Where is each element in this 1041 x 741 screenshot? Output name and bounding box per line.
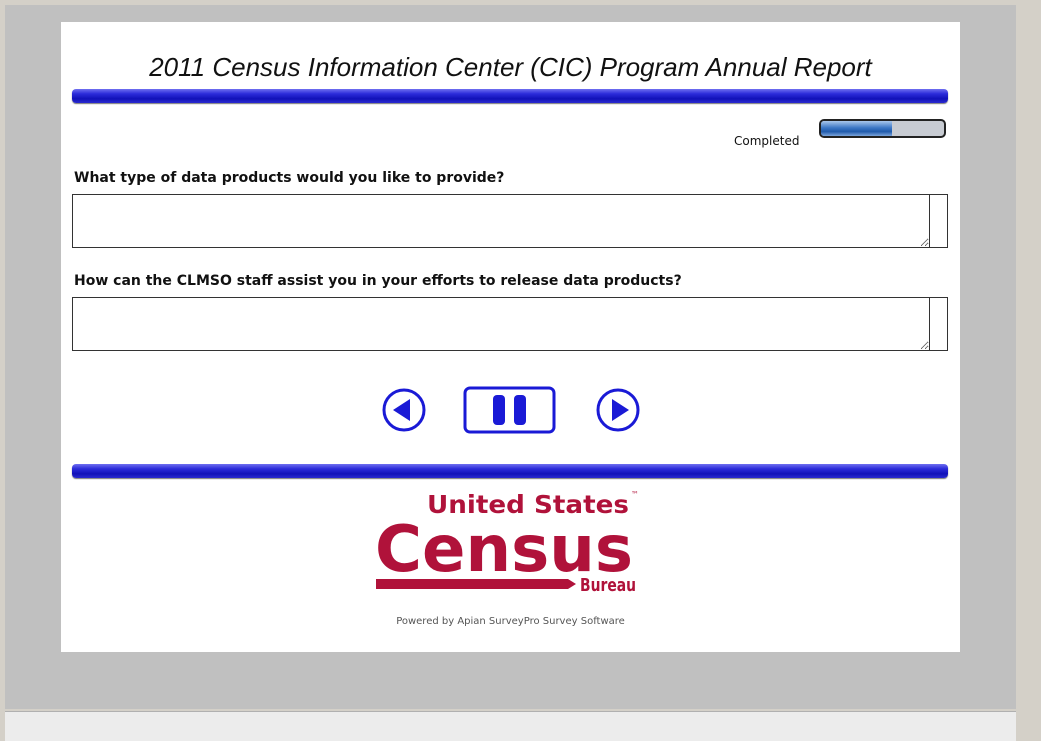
answer-data-products-input[interactable]	[73, 195, 929, 247]
question-clmso-assist: How can the CLMSO staff assist you in yo…	[74, 273, 682, 289]
logo-line-bureau: Bureau	[580, 575, 636, 596]
progress-bar	[819, 119, 946, 138]
census-bureau-logo: United States ™ Census Bureau	[375, 490, 639, 596]
answer-clmso-assist-input[interactable]	[73, 298, 929, 350]
survey-title: 2011 Census Information Center (CIC) Pro…	[149, 52, 872, 82]
question-data-products: What type of data products would you lik…	[74, 170, 505, 186]
survey-page: 2011 Census Information Center (CIC) Pro…	[61, 22, 960, 652]
pause-icon	[463, 386, 556, 434]
pause-button[interactable]	[463, 386, 559, 440]
answer-clmso-assist-box	[72, 297, 948, 351]
progress-fill	[821, 121, 893, 136]
back-button[interactable]	[379, 386, 431, 440]
answer-data-products-scrollbar[interactable]	[929, 195, 947, 247]
header-divider	[72, 89, 948, 103]
progress-label: Completed	[734, 134, 800, 148]
next-button[interactable]	[593, 386, 645, 440]
back-arrow-icon	[382, 388, 426, 432]
answer-data-products-box	[72, 194, 948, 248]
next-arrow-icon	[596, 388, 640, 432]
answer-clmso-assist-scrollbar[interactable]	[929, 298, 947, 350]
powered-by-footer: Powered by Apian SurveyPro Survey Softwa…	[396, 616, 625, 627]
status-bar	[5, 711, 1016, 741]
footer-divider	[72, 464, 948, 478]
logo-trademark: ™	[631, 490, 639, 499]
